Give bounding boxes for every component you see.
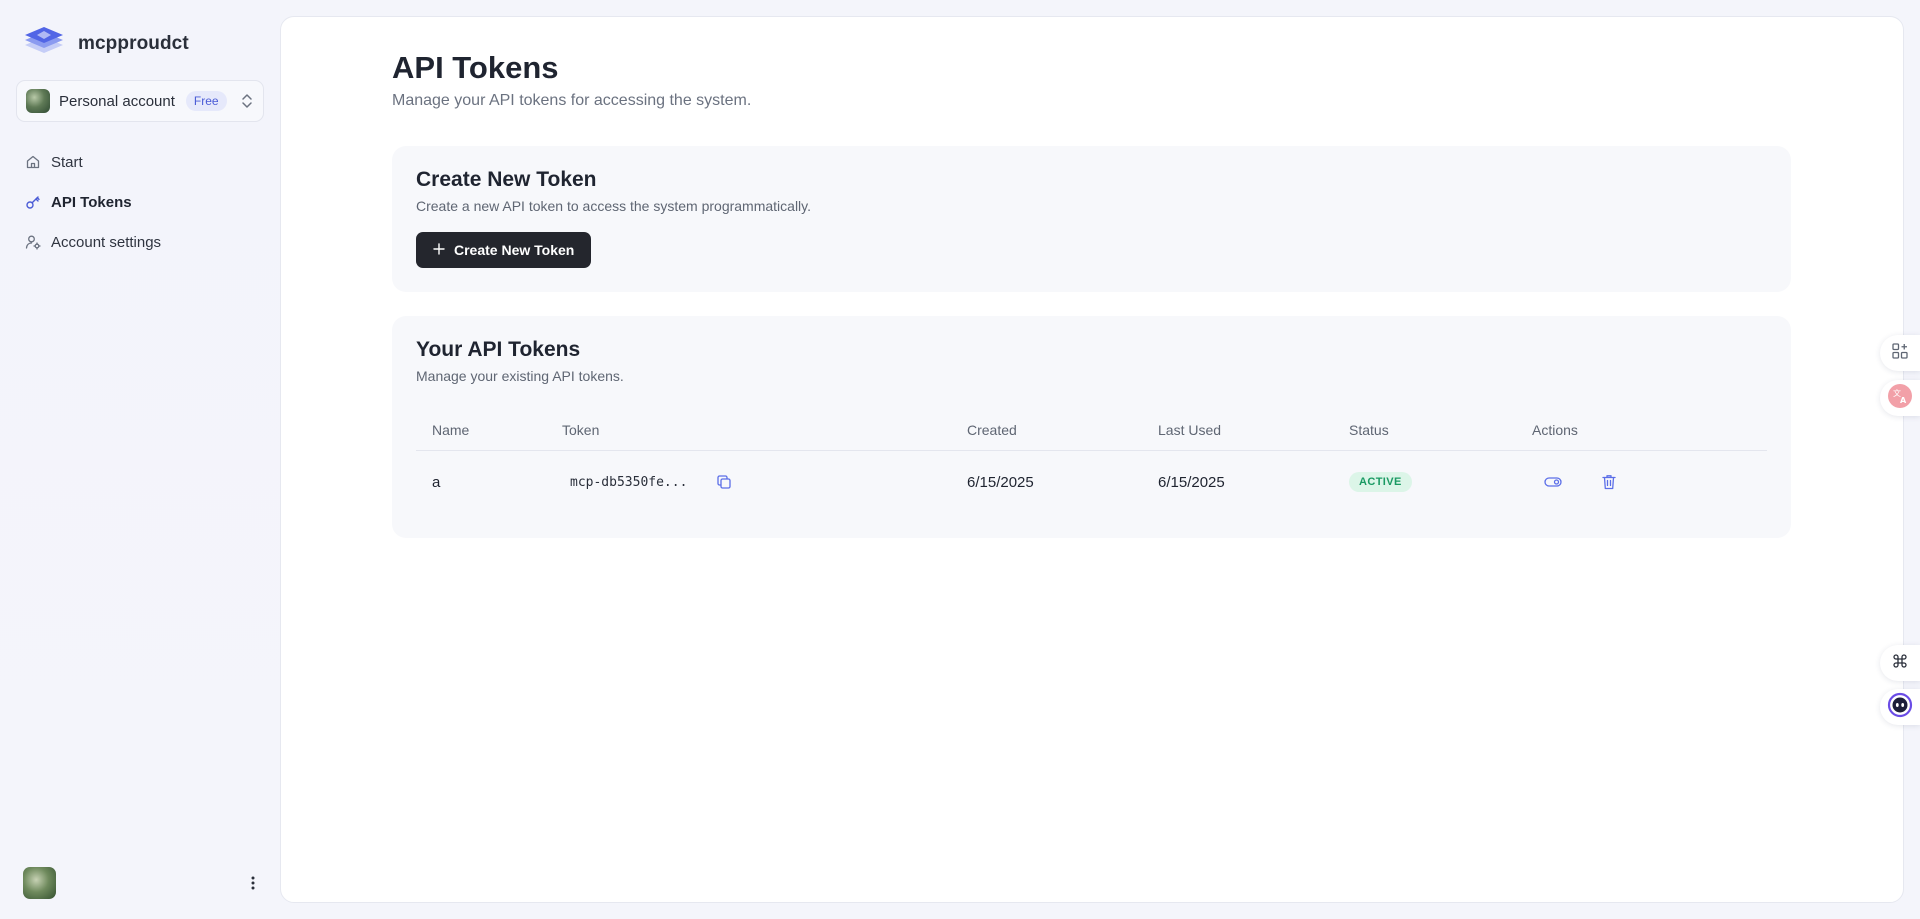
translate-icon: 文 A bbox=[1887, 383, 1913, 414]
user-gear-icon bbox=[25, 234, 41, 250]
home-icon bbox=[25, 154, 41, 170]
column-header-status: Status bbox=[1333, 410, 1516, 451]
card-description: Create a new API token to access the sys… bbox=[416, 198, 812, 214]
sidebar-item-label: Account settings bbox=[51, 233, 162, 251]
sidebar-item-account-settings[interactable]: Account settings bbox=[16, 222, 264, 262]
assistant-bot-icon bbox=[1887, 692, 1913, 723]
card-title: Create New Token bbox=[416, 168, 597, 191]
tokens-table: Name Token Created Last Used Status Acti… bbox=[416, 410, 1767, 514]
sidebar-item-api-tokens[interactable]: API Tokens bbox=[16, 182, 264, 222]
sidebar-nav: Start API Tokens Account settings bbox=[16, 142, 264, 262]
assistant-widget-button[interactable] bbox=[1880, 689, 1920, 725]
avatar[interactable] bbox=[23, 867, 56, 899]
token-created: 6/15/2025 bbox=[967, 473, 1034, 491]
toggle-icon[interactable] bbox=[1544, 473, 1562, 491]
translate-widget-button[interactable]: 文 A bbox=[1880, 380, 1920, 416]
more-vertical-icon[interactable] bbox=[243, 871, 263, 895]
brand[interactable]: mcpproudct bbox=[23, 24, 189, 64]
command-icon bbox=[1892, 653, 1908, 674]
svg-text:A: A bbox=[1900, 396, 1907, 405]
trash-icon[interactable] bbox=[1600, 473, 1618, 491]
account-switcher[interactable]: Personal account Free bbox=[16, 80, 264, 122]
card-title: Your API Tokens bbox=[416, 338, 581, 361]
brand-name: mcpproudct bbox=[78, 33, 189, 54]
plan-badge: Free bbox=[185, 91, 227, 111]
brand-logo-icon bbox=[23, 25, 65, 63]
token-last-used: 6/15/2025 bbox=[1158, 473, 1225, 491]
column-header-token: Token bbox=[546, 410, 951, 451]
grid-add-icon bbox=[1891, 342, 1909, 365]
table-header-row: Name Token Created Last Used Status Acti… bbox=[416, 410, 1767, 451]
table-row: a mcp-db5350fe... 6/15/2025 6/15/2025 AC… bbox=[416, 450, 1767, 514]
key-icon bbox=[25, 194, 41, 210]
sidebar-item-label: API Tokens bbox=[51, 193, 132, 211]
token-value: mcp-db5350fe... bbox=[570, 474, 688, 490]
sidebar-item-start[interactable]: Start bbox=[16, 142, 264, 182]
copy-icon[interactable] bbox=[715, 473, 733, 491]
status-badge: ACTIVE bbox=[1349, 472, 1412, 493]
shortcut-widget-button[interactable] bbox=[1880, 645, 1920, 681]
page-subtitle: Manage your API tokens for accessing the… bbox=[392, 92, 752, 109]
create-new-token-button[interactable]: Create New Token bbox=[416, 232, 592, 268]
token-name: a bbox=[432, 473, 441, 491]
account-avatar bbox=[26, 89, 50, 113]
token-status-cell: ACTIVE bbox=[1333, 450, 1516, 514]
page-title: API Tokens bbox=[392, 50, 559, 85]
sidebar-item-label: Start bbox=[51, 153, 83, 171]
plus-icon bbox=[433, 242, 445, 258]
column-header-actions: Actions bbox=[1516, 410, 1767, 451]
chevron-up-down-icon bbox=[240, 92, 254, 110]
user-footer bbox=[23, 867, 263, 899]
create-token-card: Create New Token Create a new API token … bbox=[392, 146, 1791, 292]
token-actions-cell bbox=[1516, 450, 1767, 514]
main-panel: API Tokens Manage your API tokens for ac… bbox=[280, 16, 1904, 903]
button-label: Create New Token bbox=[454, 242, 575, 258]
sidebar: mcpproudct Personal account Free Start A… bbox=[0, 0, 280, 919]
column-header-name: Name bbox=[416, 410, 546, 451]
token-cell: mcp-db5350fe... bbox=[546, 450, 951, 514]
api-tokens-card: Your API Tokens Manage your existing API… bbox=[392, 316, 1791, 538]
apps-widget-button[interactable] bbox=[1880, 335, 1920, 371]
account-name: Personal account bbox=[59, 92, 175, 110]
column-header-last-used: Last Used bbox=[1142, 410, 1333, 451]
card-description: Manage your existing API tokens. bbox=[416, 368, 624, 384]
column-header-created: Created bbox=[951, 410, 1142, 451]
